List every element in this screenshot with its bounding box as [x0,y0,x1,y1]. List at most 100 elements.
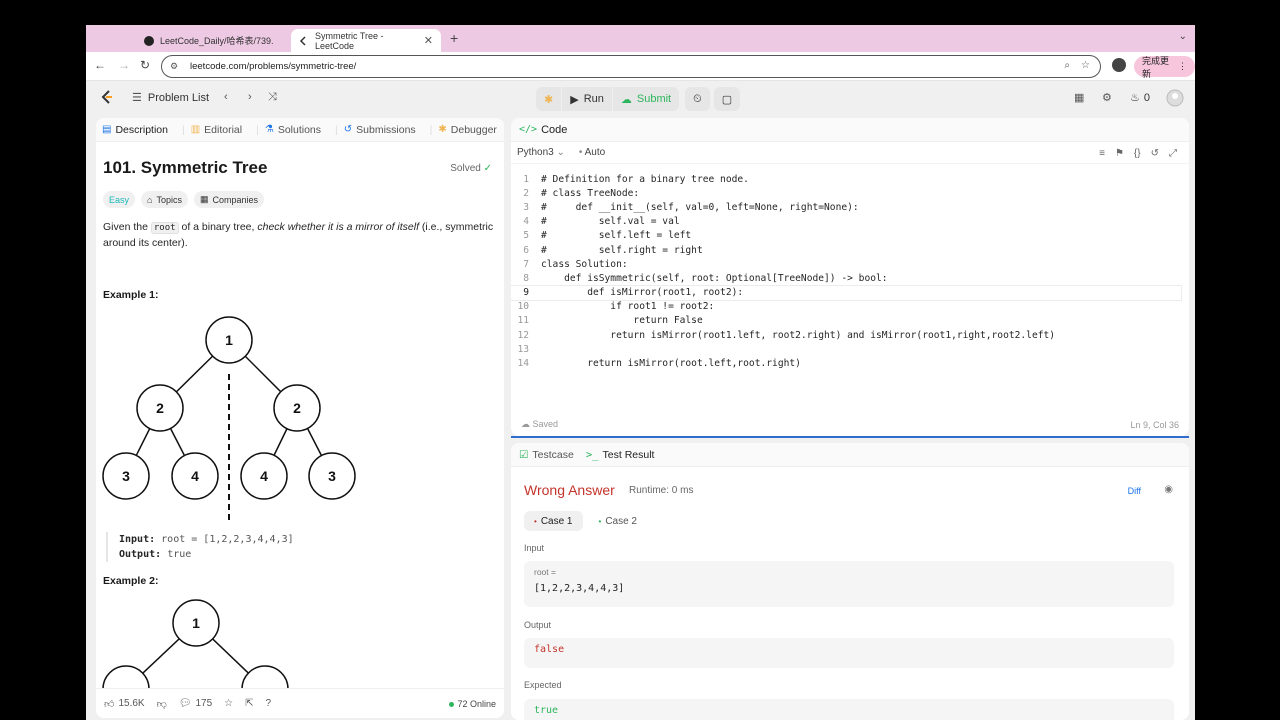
format-icon[interactable]: ≡ [1099,148,1105,159]
streak-counter[interactable]: ♨ 0 [1130,91,1150,105]
code-line-current: 9 def isMirror(root1, root2): [511,284,1182,301]
topics-button[interactable]: ⌂ Topics [141,191,188,208]
problem-title: 101. Symmetric Tree [103,158,268,177]
braces-icon[interactable]: {} [1134,148,1141,159]
tree-node: 1 [192,615,200,631]
close-tab-icon[interactable]: ✕ [424,34,433,47]
forward-icon[interactable]: → [118,58,130,72]
tag-icon: ⌂ [147,194,153,205]
chevron-down-icon: ⌄ [556,147,565,158]
checkbox-icon: ☑ [519,448,529,461]
tree-node: 4 [191,468,199,484]
next-problem-icon[interactable]: › [248,91,252,103]
code-line: 6 # self.right = right [523,244,703,256]
code-header: </> Code [511,118,1189,142]
zoom-icon[interactable]: ⌕ [1064,60,1070,71]
new-tab-icon[interactable]: + [450,30,458,46]
example-2-heading: Example 2: [103,575,159,587]
eye-icon[interactable]: ◉ [1164,484,1173,495]
case-1-tab[interactable]: • Case 1 [524,511,583,531]
code-line: 11 return False [517,315,703,327]
notes-icon[interactable]: ▢ [713,87,741,111]
case-2-tab[interactable]: • Case 2 [589,511,648,531]
tab-github[interactable]: LeetCode_Daily/哈希表/739. [136,29,284,52]
tab-submissions[interactable]: ↺ Submissions [344,124,416,136]
flame-icon: ♨ [1130,92,1140,104]
list-icon: ☰ [132,92,142,104]
prev-problem-icon[interactable]: ‹ [224,91,228,103]
book-icon: ▥ [190,124,201,135]
timer-icon[interactable]: ⏲ [685,87,710,111]
like-button[interactable]: 👍︎ 15.6K [104,698,145,710]
help-icon[interactable]: ? [266,698,272,709]
share-icon[interactable]: ⇱ [245,698,253,709]
tab-strip: LeetCode_Daily/哈希表/739. Symmetric Tree -… [86,25,1195,52]
diff-button[interactable]: Diff [1128,486,1141,496]
code-line: 7 class Solution: [523,258,628,270]
tab-debugger[interactable]: ✱Debugger✕ [438,124,504,136]
tab-solutions[interactable]: ⚗ Solutions [265,124,321,136]
reload-icon[interactable]: ↻ [140,58,150,72]
submit-button[interactable]: ☁ Submit [612,87,680,111]
problem-description: Given the root of a binary tree, check w… [103,221,494,249]
example-2-tree-diagram: 1 [102,599,289,694]
tab-description[interactable]: ▤ Description [102,124,168,136]
more-icon: ⋮ [1178,61,1187,71]
settings-gear-icon[interactable]: ⚙ [1102,91,1112,104]
code-line: 10 if root1 != root2: [517,301,715,313]
address-bar[interactable]: ⚙ leetcode.com/problems/symmetric-tree/ … [161,55,1101,78]
bookmark-star-icon[interactable]: ☆ [1081,60,1090,71]
code-panel: </> Code Python3 ⌄ • Auto ≡ ⚑ {} ↺ ⤢ 1 # … [511,118,1189,436]
thumbs-up-icon: 👍︎ [104,698,115,710]
play-icon: ▶ [570,93,579,106]
tab-leetcode[interactable]: Symmetric Tree - LeetCode ✕ [291,29,441,52]
site-info-icon[interactable]: ⚙ [170,61,182,72]
problem-list-button[interactable]: ☰ Problem List [132,91,209,105]
language-select[interactable]: Python3 ⌄ [517,147,565,158]
tree-node: 4 [260,468,268,484]
cloud-upload-icon: ☁ [620,93,632,106]
difficulty-badge: Easy [103,191,136,208]
shuffle-icon[interactable]: ⤨ [268,91,277,104]
user-avatar-icon[interactable] [1166,89,1184,107]
language-row: Python3 ⌄ • Auto ≡ ⚑ {} ↺ ⤢ [511,142,1189,164]
auto-mode-toggle[interactable]: • Auto [579,147,605,158]
tab-editorial[interactable]: ▥ Editorial [191,124,242,136]
cloud-icon: ☁ [521,419,530,429]
browser-window: LeetCode_Daily/哈希表/739. Symmetric Tree -… [86,25,1195,720]
favorite-star-icon[interactable]: ☆ [224,698,233,709]
code-editor[interactable]: 1 # Definition for a binary tree node. 2 #… [511,172,1182,371]
tab-menu-icon[interactable]: ⌄ [1179,31,1187,42]
tab-test-result[interactable]: >_ Test Result [586,449,655,461]
leetcode-logo-icon[interactable] [100,89,114,105]
output-label: Output [524,620,552,630]
leetcode-icon [299,35,309,46]
companies-button[interactable]: ▦ Companies [193,191,265,208]
github-icon [144,35,154,46]
tab-testcase[interactable]: ☑ Testcase [519,449,574,461]
runtime-text: Runtime: 0 ms [629,485,694,496]
run-button[interactable]: ▶ Run [562,87,612,111]
back-icon[interactable]: ← [94,58,106,72]
cursor-position: Ln 9, Col 36 [1130,420,1179,430]
panel-resize-handle[interactable] [511,436,1189,438]
tree-node: 2 [156,400,164,416]
flask-icon: ⚗ [264,124,274,135]
bookmark-icon[interactable]: ⚑ [1115,148,1124,159]
reset-icon[interactable]: ↺ [1151,148,1159,159]
address-row: ← → ↻ ⚙ leetcode.com/problems/symmetric-… [86,52,1195,81]
update-button[interactable]: 完成更新 ⋮ [1134,56,1195,79]
online-count: 72 Online [449,699,496,709]
dislike-icon[interactable]: 👎︎ [157,698,167,710]
layout-icon[interactable]: ▦ [1074,91,1084,104]
code-line: 5 # self.left = left [523,230,692,242]
expand-icon[interactable]: ⤢ [1169,148,1177,159]
description-panel: ▤ Description | ▥ Editorial | ⚗ Solutions |… [96,118,504,718]
profile-avatar-icon[interactable] [1112,58,1126,72]
code-line: 1 # Definition for a binary tree node. [523,173,749,185]
comments-button[interactable]: 💬︎ 175 [179,698,212,709]
code-line: 14 return isMirror(root.left,root.right) [517,358,801,370]
solved-status: Solved ✓ [450,163,492,174]
debug-icon[interactable]: ✱ [536,87,562,111]
expected-label: Expected [524,680,562,690]
